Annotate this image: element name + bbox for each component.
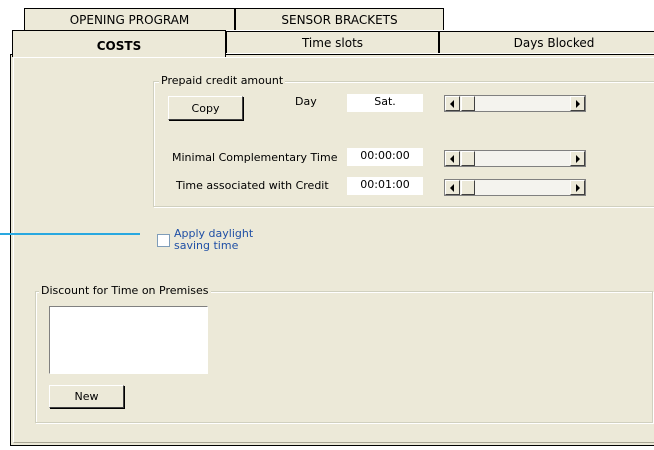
- tab-opening-program[interactable]: OPENING PROGRAM: [24, 8, 235, 30]
- tab-label: SENSOR BRACKETS: [281, 13, 398, 27]
- scroll-right-icon[interactable]: [570, 96, 585, 111]
- tab-days-blocked[interactable]: Days Blocked: [439, 31, 654, 53]
- scroll-left-icon[interactable]: [445, 151, 460, 166]
- tab-label: Time slots: [301, 36, 364, 50]
- scroll-right-icon[interactable]: [570, 151, 585, 166]
- scroll-thumb[interactable]: [461, 180, 475, 195]
- scroll-left-icon[interactable]: [445, 96, 460, 111]
- scroll-left-icon[interactable]: [445, 180, 460, 195]
- time-credit-label: Time associated with Credit: [176, 179, 329, 192]
- tab-time-slots[interactable]: Time slots: [226, 31, 439, 53]
- min-comp-time-field[interactable]: 00:00:00: [347, 148, 423, 166]
- copy-button[interactable]: Copy: [168, 96, 243, 120]
- tab-label: Days Blocked: [513, 36, 595, 50]
- time-credit-scrollbar[interactable]: [444, 179, 586, 196]
- discount-list[interactable]: [49, 306, 208, 374]
- scroll-right-icon[interactable]: [570, 180, 585, 195]
- scroll-thumb[interactable]: [461, 151, 475, 166]
- min-comp-label: Minimal Complementary Time: [172, 151, 338, 164]
- min-comp-scrollbar[interactable]: [444, 150, 586, 167]
- time-credit-field[interactable]: 00:01:00: [347, 177, 423, 195]
- scroll-thumb[interactable]: [461, 96, 475, 111]
- tab-label: OPENING PROGRAM: [69, 13, 190, 27]
- discount-caption: Discount for Time on Premises: [39, 284, 211, 297]
- daylight-label-line2: saving time: [174, 239, 239, 252]
- tab-label: COSTS: [96, 39, 142, 53]
- new-button[interactable]: New: [49, 385, 124, 408]
- day-scrollbar[interactable]: [444, 95, 586, 112]
- day-value-field[interactable]: Sat.: [347, 94, 423, 112]
- tab-sensor-brackets[interactable]: SENSOR BRACKETS: [235, 8, 444, 30]
- daylight-saving-label[interactable]: Apply daylight saving time: [174, 228, 253, 252]
- daylight-saving-checkbox[interactable]: [157, 234, 170, 247]
- tab-costs[interactable]: COSTS: [12, 30, 226, 57]
- prepaid-credit-caption: Prepaid credit amount: [159, 74, 286, 87]
- costs-panel: Prepaid credit amount Copy Day Sat. Mini…: [10, 54, 654, 446]
- day-label: Day: [295, 95, 317, 108]
